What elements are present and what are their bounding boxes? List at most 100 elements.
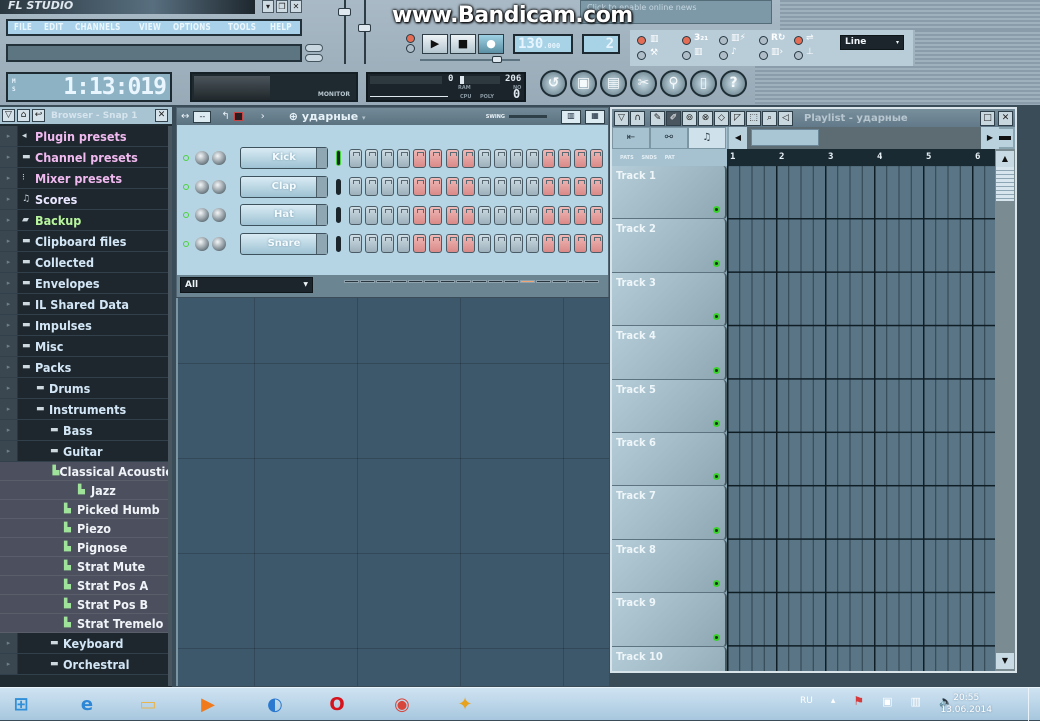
browser-item[interactable]: ▙ Picked Humb [0,500,172,519]
step-button[interactable] [445,148,459,168]
channel-select-indicator[interactable] [336,207,341,223]
track-mute-led[interactable] [713,206,720,214]
track-header[interactable]: Track 3 [612,272,727,327]
scroll-left-icon[interactable]: ◀ [729,127,747,149]
channel-mute-led[interactable] [183,212,189,218]
browser-item[interactable]: ▸ ▬ Impulses [0,315,172,336]
step-button[interactable] [413,177,427,196]
track-header[interactable]: Track 5 [612,379,727,433]
step-button[interactable] [365,234,379,253]
song-time-display[interactable]: M S 1:13:019 [6,72,172,102]
language-indicator[interactable]: RU [800,696,813,706]
close-button[interactable]: ✕ [290,0,302,13]
step-button[interactable] [477,148,491,168]
tab-automation[interactable]: ⚯ [650,127,688,149]
browser-item[interactable]: ▸ ▬ Packs [0,357,172,378]
channel-select-indicator[interactable] [336,235,341,252]
step-button[interactable] [349,177,362,196]
step-button[interactable] [477,177,491,196]
browser-item[interactable]: ▙ Strat Mute [0,557,172,576]
step-button[interactable] [397,234,411,253]
save-button[interactable]: ▣ [570,70,597,97]
browser-item[interactable]: ▸ ▬ Bass [0,420,172,441]
step-button[interactable] [526,177,540,196]
scroll-thumb[interactable] [751,129,819,146]
step-button[interactable] [558,234,572,253]
browser-item[interactable]: ▸ ⁝ Mixer presets [0,168,172,189]
step-button[interactable] [381,234,395,253]
browser-item[interactable]: ▙ Strat Tremelo [0,614,172,633]
browser-item[interactable]: ▸ ▰ Backup [0,210,172,231]
expand-icon[interactable]: ▸ [0,252,18,272]
step-button[interactable] [397,205,411,225]
step-button[interactable] [461,148,475,168]
track-mute-led[interactable] [713,633,720,641]
step-button[interactable] [574,205,588,225]
step-button[interactable] [493,177,507,196]
snap-select[interactable]: Line ▾ [840,35,904,50]
browser-item[interactable]: ▙ Pignose [0,538,172,557]
browser-item[interactable]: ▙ Classical Acoustic [0,462,172,481]
record-audio-button[interactable]: ⚲ [660,70,687,97]
playlist-grid[interactable] [727,166,997,671]
expand-icon[interactable]: ▸ [0,633,18,653]
close-icon[interactable]: ✕ [155,109,168,122]
browser-item[interactable]: ▸ ◂ Plugin presets [0,126,172,147]
taskbar-media-player-icon[interactable]: ▶ [193,690,223,720]
playlist-horizontal-scrollbar[interactable]: ◀ ▶ [729,127,999,149]
channel-select-indicator[interactable] [336,178,341,195]
step-button[interactable] [509,177,523,196]
browser-home-icon[interactable]: ⌂ [17,109,30,122]
expand-icon[interactable]: ▸ [0,168,18,188]
step-button[interactable] [590,234,604,253]
network-icon[interactable]: ▥ [911,695,921,708]
delete-tool-icon[interactable]: ⊚ [682,110,697,126]
track-mute-led[interactable] [713,419,720,427]
browser-item[interactable]: ▸ ▬ IL Shared Data [0,294,172,315]
pan-knob[interactable] [195,208,209,222]
tempo-display[interactable]: 130.000 [513,34,573,54]
channel-button[interactable]: Snare [240,232,328,255]
bar-ruler[interactable]: 1 2 3 4 5 6 [727,149,999,166]
swing-slider[interactable] [509,115,547,118]
volume-knob[interactable] [212,208,226,222]
undo-button[interactable]: ↺ [540,70,567,97]
project-info-button[interactable]: ▯ [690,70,717,97]
step-button[interactable] [461,234,475,253]
expand-icon[interactable]: ▸ [0,147,18,167]
step-record-led[interactable] [759,51,768,60]
scroll-up-icon[interactable]: ▲ [996,151,1014,167]
pattern-number-display[interactable]: 2 [582,34,620,54]
step-button[interactable] [413,205,427,225]
slip-tool-icon[interactable]: ◇ [714,110,729,126]
step-button[interactable] [493,205,507,225]
expand-icon[interactable]: ▸ [0,336,18,356]
hint-toggle-button[interactable] [305,44,323,52]
record-button[interactable]: ● [478,34,504,54]
playlist-menu-icon[interactable]: ▽ [614,110,629,126]
track-mute-led[interactable] [713,473,720,481]
step-button[interactable] [477,234,491,253]
select-tool-icon[interactable]: ⬚ [746,110,761,126]
browser-item[interactable]: ▸ ▬ Instruments [0,399,172,420]
step-button[interactable] [542,177,556,196]
step-button[interactable] [445,177,459,196]
channel-select-indicator[interactable] [336,150,341,166]
piano-roll-button[interactable]: ▦ [585,109,605,124]
step-button[interactable] [429,205,443,225]
track-header[interactable]: Track 2 [612,219,727,273]
step-button[interactable] [349,205,362,225]
step-button[interactable] [397,148,411,168]
master-volume-slider[interactable] [338,0,351,64]
step-button[interactable] [461,177,475,196]
pattern-selector[interactable]: ⊕ ударные ▾ [289,110,366,123]
pan-knob[interactable] [195,151,209,165]
step-button[interactable] [445,205,459,225]
step-button[interactable] [574,234,588,253]
step-button[interactable] [413,148,427,168]
step-button[interactable] [349,234,362,253]
maximize-icon[interactable]: □ [980,110,995,126]
master-pitch-slider[interactable] [358,0,371,64]
track-header[interactable]: Track 1 [612,166,727,220]
step-button[interactable] [526,205,540,225]
